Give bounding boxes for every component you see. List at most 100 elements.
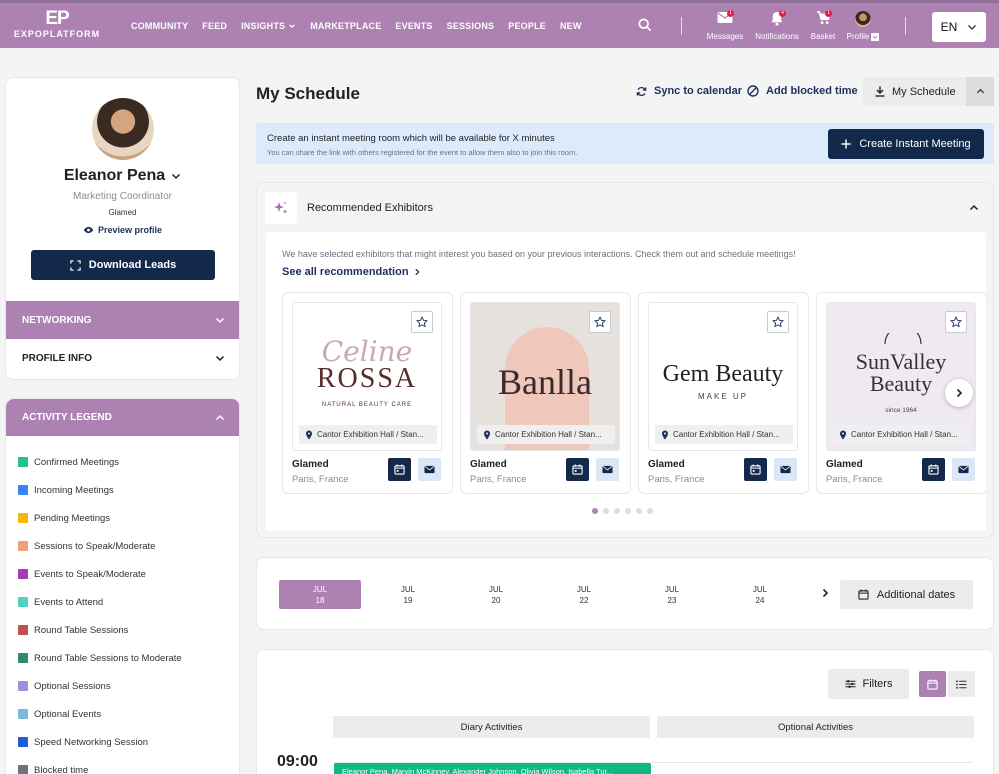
exhibitor-location-text: Cantor Exhibition Hall / Stan... xyxy=(851,430,958,439)
scan-icon xyxy=(70,259,81,271)
date-month: JUL xyxy=(576,585,592,594)
expoplatform-logo[interactable]: EP EXPOPLATFORM xyxy=(12,9,102,40)
message-button[interactable] xyxy=(596,458,619,481)
recommended-description: We have selected exhibitors that might i… xyxy=(282,249,796,259)
menu-insights[interactable]: INSIGHTS xyxy=(241,21,296,31)
exhibitor-card[interactable]: Celine ROSSA NATURAL BEAUTY CARE Cantor … xyxy=(282,292,453,494)
carousel-dot[interactable] xyxy=(625,508,631,514)
legend-swatch xyxy=(18,513,28,523)
calendar-view-button[interactable] xyxy=(919,671,946,697)
date-tab[interactable]: JUL 23 xyxy=(631,580,713,609)
schedule-meeting-button[interactable] xyxy=(744,458,767,481)
calendar-icon xyxy=(750,464,761,475)
see-all-recommendation-link[interactable]: See all recommendation xyxy=(282,266,421,278)
profile-name[interactable]: Eleanor Pena xyxy=(6,167,239,185)
my-schedule-dropdown[interactable]: My Schedule xyxy=(863,77,994,106)
networking-toggle[interactable]: NETWORKING xyxy=(6,301,239,339)
menu-sessions[interactable]: SESSIONS xyxy=(447,21,495,31)
sync-calendar-button[interactable]: Sync to calendar xyxy=(636,85,742,97)
chevron-up-icon xyxy=(216,414,224,420)
collapse-toggle[interactable] xyxy=(969,203,979,213)
legend-swatch xyxy=(18,541,28,551)
add-blocked-time-button[interactable]: Add blocked time xyxy=(747,85,858,97)
date-tab[interactable]: JUL 19 xyxy=(367,580,449,609)
date-tab[interactable]: JUL 24 xyxy=(719,580,801,609)
legend-item: Speed Networking Session xyxy=(18,728,182,756)
filters-label: Filters xyxy=(862,678,893,690)
carousel-dot[interactable] xyxy=(636,508,642,514)
date-tab[interactable]: JUL 20 xyxy=(455,580,537,609)
list-view-button[interactable] xyxy=(948,671,975,697)
favorite-star-icon[interactable] xyxy=(411,311,433,333)
carousel-dot[interactable] xyxy=(603,508,609,514)
activity-legend-toggle[interactable]: ACTIVITY LEGEND xyxy=(6,399,239,436)
optional-activities-header: Optional Activities xyxy=(657,716,974,738)
legend-item-label: Optional Sessions xyxy=(34,680,111,692)
download-leads-button[interactable]: Download Leads xyxy=(31,250,215,280)
legend-item-label: Events to Speak/Moderate xyxy=(34,568,146,580)
favorite-star-icon[interactable] xyxy=(767,311,789,333)
preview-profile-label: Preview profile xyxy=(97,225,163,235)
menu-community[interactable]: COMMUNITY xyxy=(131,21,188,31)
dates-next-button[interactable] xyxy=(820,588,830,598)
message-button[interactable] xyxy=(418,458,441,481)
schedule-meeting-button[interactable] xyxy=(922,458,945,481)
date-day: 22 xyxy=(579,596,589,605)
carousel-pagination xyxy=(592,508,653,514)
exhibitor-city: Paris, France xyxy=(292,474,349,485)
create-instant-meeting-button[interactable]: Create Instant Meeting xyxy=(828,129,984,159)
nav-notifications[interactable]: 4 Notifications xyxy=(752,10,802,41)
brand-text: ROSSA xyxy=(316,363,418,394)
my-schedule-toggle[interactable] xyxy=(966,77,994,106)
additional-dates-button[interactable]: Additional dates xyxy=(840,580,973,609)
calendar-event[interactable]: Eleanor Pena, Marvin McKinney, Alexander… xyxy=(334,763,651,774)
carousel-dot[interactable] xyxy=(614,508,620,514)
legend-item: Events to Attend xyxy=(18,588,182,616)
envelope-icon xyxy=(424,465,435,474)
schedule-meeting-button[interactable] xyxy=(388,458,411,481)
chevron-down-icon xyxy=(871,32,880,41)
see-all-label: See all recommendation xyxy=(282,266,409,278)
nav-profile[interactable]: Profile xyxy=(843,11,883,41)
schedule-meeting-button[interactable] xyxy=(566,458,589,481)
menu-marketplace[interactable]: MARKETPLACE xyxy=(310,21,381,31)
carousel-dot[interactable] xyxy=(647,508,653,514)
menu-people[interactable]: PEOPLE xyxy=(508,21,546,31)
preview-profile-link[interactable]: Preview profile xyxy=(6,225,239,235)
favorite-star-icon[interactable] xyxy=(945,311,967,333)
date-tab[interactable]: JUL 22 xyxy=(543,580,625,609)
date-selector: JUL 18 JUL 19 JUL 20 JUL 22 JUL 23 JUL 24 Addi… xyxy=(256,557,994,630)
message-button[interactable] xyxy=(952,458,975,481)
menu-new[interactable]: NEW xyxy=(560,21,582,31)
exhibitor-logo: SunValley Beauty since 1964 Cantor Exhib… xyxy=(826,302,976,451)
nav-messages[interactable]: 1 Messages xyxy=(705,10,745,41)
brand-tagline: since 1964 xyxy=(885,407,917,414)
carousel-dot[interactable] xyxy=(592,508,598,514)
carousel-next-button[interactable] xyxy=(945,379,973,407)
date-tab[interactable]: JUL 18 xyxy=(279,580,361,609)
profile-info-toggle[interactable]: PROFILE INFO xyxy=(6,339,239,377)
profile-company: Glamed xyxy=(108,208,137,217)
exhibitor-card[interactable]: Banlla Cantor Exhibition Hall / Stan... … xyxy=(460,292,631,494)
exhibitor-location-text: Cantor Exhibition Hall / Stan... xyxy=(673,430,780,439)
brand-tagline: MAKE UP xyxy=(697,392,748,401)
legend-swatch xyxy=(18,485,28,495)
message-button[interactable] xyxy=(774,458,797,481)
nav-basket[interactable]: 1 Basket xyxy=(808,10,838,41)
date-month: JUL xyxy=(752,585,768,594)
menu-events[interactable]: EVENTS xyxy=(395,21,432,31)
exhibitor-card[interactable]: Gem Beauty MAKE UP Cantor Exhibition Hal… xyxy=(638,292,809,494)
legend-swatch xyxy=(18,625,28,635)
search-icon[interactable] xyxy=(638,18,652,32)
filters-button[interactable]: Filters xyxy=(828,669,909,699)
legend-item-label: Sessions to Speak/Moderate xyxy=(34,540,156,552)
avatar xyxy=(855,11,871,27)
calendar-icon xyxy=(858,589,869,600)
menu-feed[interactable]: FEED xyxy=(202,21,227,31)
calendar-icon xyxy=(928,464,939,475)
legend-swatch xyxy=(18,765,28,774)
plus-icon xyxy=(841,139,851,149)
favorite-star-icon[interactable] xyxy=(589,311,611,333)
exhibitor-location-text: Cantor Exhibition Hall / Stan... xyxy=(495,430,602,439)
language-select[interactable]: EN xyxy=(932,12,986,42)
